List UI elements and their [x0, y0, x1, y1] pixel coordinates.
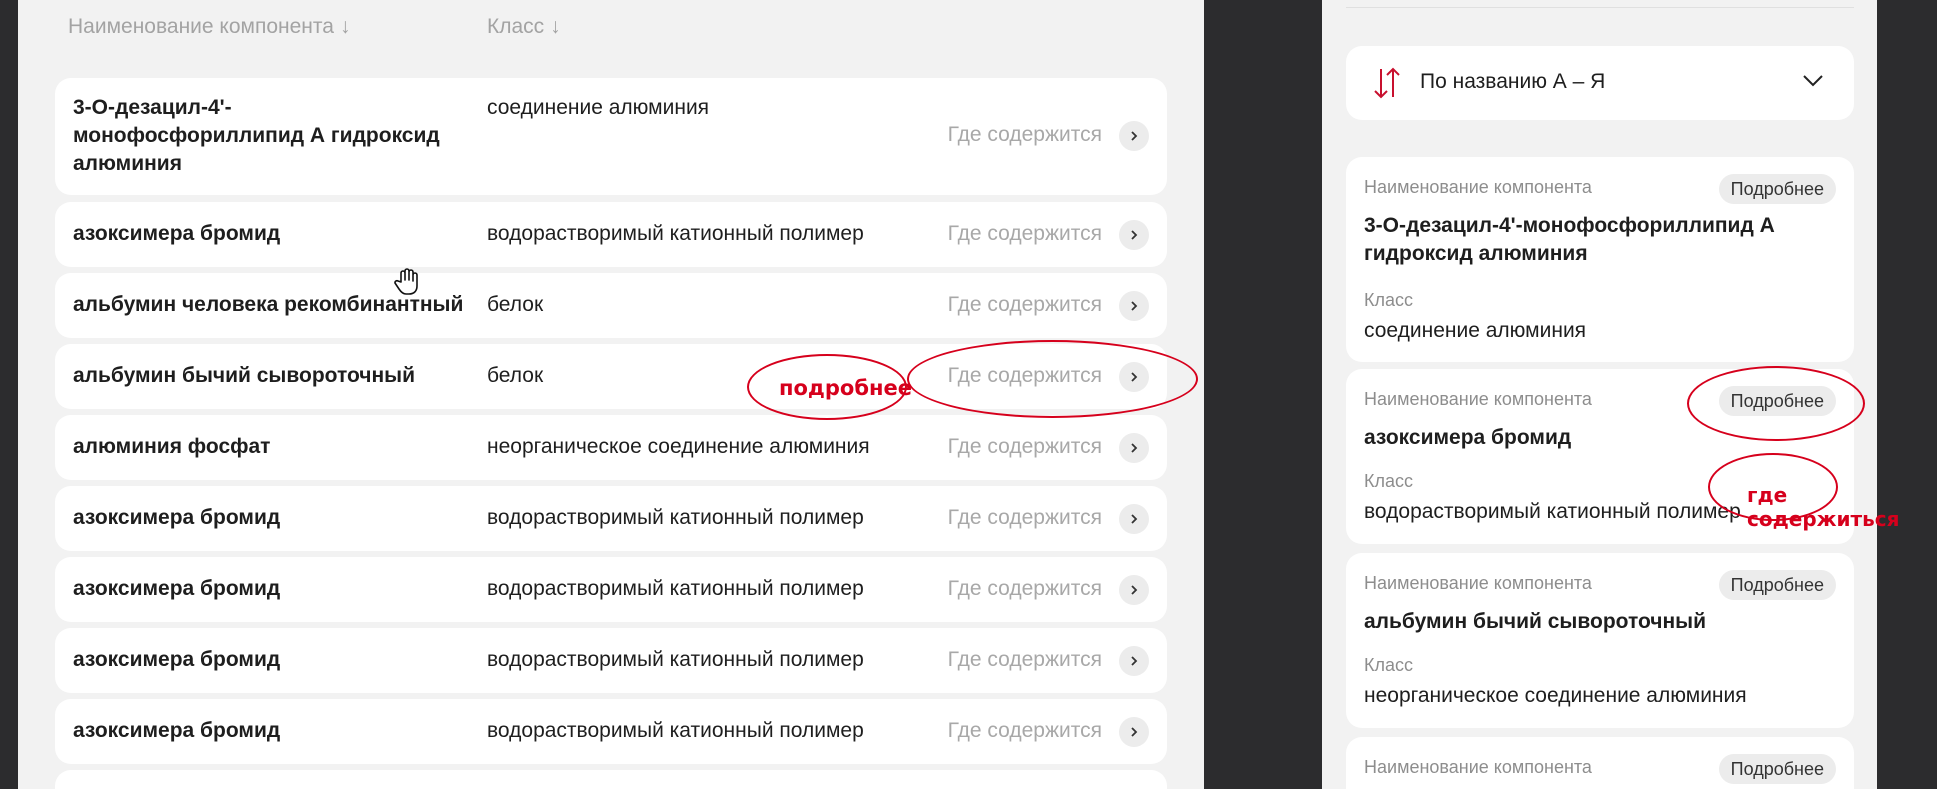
row-class: белок	[487, 293, 544, 316]
row-name: азоксимера бромид	[73, 719, 281, 742]
table-row[interactable]: азоксимера бромид водорастворимый катион…	[55, 202, 1167, 267]
card-name-label: Наименование компонента	[1364, 757, 1592, 777]
card-name-label: Наименование компонента	[1364, 573, 1592, 593]
annotation-note-more: подробнее	[779, 376, 913, 400]
table-row[interactable]: алюминия фосфат неорганическое соединени…	[55, 415, 1167, 480]
sort-dropdown[interactable]: По названию А – Я	[1346, 46, 1854, 120]
where-contained-link[interactable]: Где содержится	[948, 121, 1102, 149]
where-contained-link[interactable]: Где содержится	[948, 291, 1102, 319]
row-class: водорастворимый катионный полимер	[487, 506, 864, 529]
sort-down-icon: ↓	[550, 15, 561, 38]
table-row[interactable]: азоксимера бромид водорастворимый катион…	[55, 486, 1167, 551]
row-name: 3-О-дезацил-4'- монофосфориллипид А гидр…	[73, 94, 440, 178]
hand-cursor-icon	[393, 268, 419, 301]
column-header-class-label: Класс	[487, 15, 545, 38]
chevron-right-icon[interactable]	[1119, 504, 1149, 534]
row-class: белок	[487, 364, 544, 387]
table-row[interactable]	[55, 770, 1167, 789]
more-button[interactable]: Подробнее	[1718, 174, 1836, 204]
column-header-name[interactable]: Наименование компонента ↓	[68, 15, 350, 39]
table-row[interactable]: азоксимера бромид водорастворимый катион…	[55, 628, 1167, 693]
card-class-label: Класс	[1364, 655, 1413, 675]
chevron-right-icon[interactable]	[1119, 575, 1149, 605]
row-class: соединение алюминия	[487, 96, 710, 119]
divider	[1346, 7, 1854, 8]
where-contained-link[interactable]: Где содержится	[948, 717, 1102, 745]
column-header-class[interactable]: Класс ↓	[487, 15, 561, 39]
card-name-line: гидроксид алюминия	[1364, 242, 1588, 265]
card-name: альбумин бычий сывороточный	[1364, 610, 1706, 633]
card-class-label: Класс	[1364, 471, 1413, 491]
column-header-name-label: Наименование компонента	[68, 15, 334, 38]
table-row[interactable]: 3-О-дезацил-4'- монофосфориллипид А гидр…	[55, 78, 1167, 195]
annotation-note-where: где содержиться	[1747, 483, 1900, 531]
card-class: водорастворимый катионный полимер	[1364, 500, 1741, 523]
sort-arrows-icon	[1372, 67, 1402, 104]
row-class: водорастворимый катионный полимер	[487, 577, 864, 600]
chevron-right-icon[interactable]	[1119, 220, 1149, 250]
where-contained-link[interactable]: Где содержится	[948, 646, 1102, 674]
card-name-label: Наименование компонента	[1364, 177, 1592, 197]
card-class: соединение алюминия	[1364, 319, 1587, 342]
card-name-label: Наименование компонента	[1364, 389, 1592, 409]
row-name: азоксимера бромид	[73, 648, 281, 671]
component-card[interactable]: Наименование компонента Подробнее 3-О-де…	[1346, 157, 1854, 362]
chevron-right-icon[interactable]	[1119, 717, 1149, 747]
card-class-label: Класс	[1364, 290, 1413, 310]
sort-label: По названию А – Я	[1420, 70, 1606, 93]
row-name: азоксимера бромид	[73, 577, 281, 600]
chevron-right-icon[interactable]	[1119, 433, 1149, 463]
row-class: водорастворимый катионный полимер	[487, 719, 864, 742]
annotation-ellipse	[907, 340, 1198, 418]
chevron-right-icon[interactable]	[1119, 291, 1149, 321]
where-contained-link[interactable]: Где содержится	[948, 220, 1102, 248]
table-row[interactable]: альбумин человека рекомбинантный белок Г…	[55, 273, 1167, 338]
row-name-line: монофосфориллипид А гидроксид	[73, 124, 440, 147]
sort-down-icon: ↓	[339, 15, 351, 38]
more-button[interactable]: Подробнее	[1718, 754, 1836, 784]
card-name-line: 3-О-дезацил-4'-монофосфориллипид А	[1364, 214, 1775, 237]
more-button[interactable]: Подробнее	[1718, 570, 1836, 600]
chevron-right-icon[interactable]	[1119, 646, 1149, 676]
chevron-right-icon[interactable]	[1119, 121, 1149, 151]
row-class: водорастворимый катионный полимер	[487, 222, 864, 245]
row-name: азоксимера бромид	[73, 506, 281, 529]
component-card[interactable]: Наименование компонента Подробнее	[1346, 737, 1854, 789]
chevron-down-icon	[1802, 74, 1824, 93]
annotation-ellipse	[1687, 366, 1865, 441]
row-name: азоксимера бромид	[73, 222, 281, 245]
row-name-line: алюминия	[73, 152, 182, 175]
row-name: алюминия фосфат	[73, 435, 271, 458]
where-contained-link[interactable]: Где содержится	[948, 433, 1102, 461]
component-card[interactable]: Наименование компонента Подробнее альбум…	[1346, 553, 1854, 728]
row-class: неорганическое соединение алюминия	[487, 435, 870, 458]
card-class: неорганическое соединение алюминия	[1364, 684, 1747, 707]
card-name: азоксимера бромид	[1364, 426, 1572, 449]
card-name: 3-О-дезацил-4'-монофосфориллипид А гидро…	[1364, 212, 1775, 268]
table-row[interactable]: азоксимера бромид водорастворимый катион…	[55, 699, 1167, 764]
row-name-line: 3-О-дезацил-4'-	[73, 96, 232, 119]
table-row[interactable]: азоксимера бромид водорастворимый катион…	[55, 557, 1167, 622]
where-contained-link[interactable]: Где содержится	[948, 504, 1102, 532]
row-name: альбумин бычий сывороточный	[73, 364, 415, 387]
where-contained-link[interactable]: Где содержится	[948, 575, 1102, 603]
row-class: водорастворимый катионный полимер	[487, 648, 864, 671]
